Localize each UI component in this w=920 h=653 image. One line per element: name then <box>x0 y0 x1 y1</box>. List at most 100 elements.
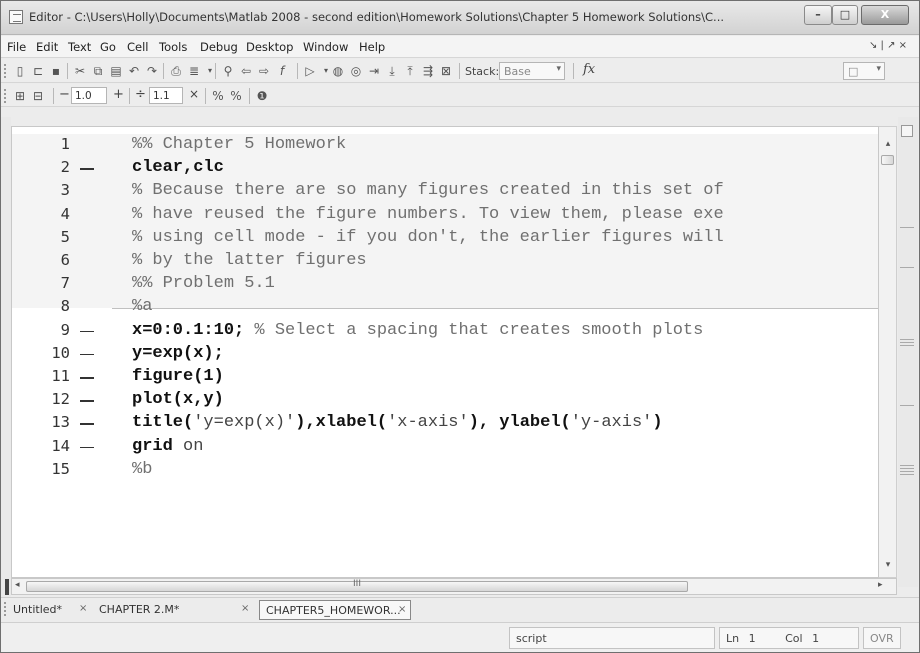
close-tab-icon[interactable]: × <box>79 603 87 614</box>
stack-select[interactable]: Base ▾ <box>499 62 565 80</box>
toolbar-grip[interactable] <box>4 64 7 78</box>
scroll-left-icon[interactable]: ◂ <box>15 580 20 590</box>
menu-desktop[interactable]: Desktop <box>246 40 293 54</box>
menu-window[interactable]: Window <box>303 40 348 54</box>
find-icon[interactable]: ⚲ <box>221 64 235 78</box>
code-line[interactable]: 11 figure(1) <box>12 367 878 390</box>
code-line[interactable]: 12 plot(x,y) <box>12 390 878 413</box>
close-tab-icon[interactable]: × <box>398 604 406 615</box>
menu-go[interactable]: Go <box>100 40 116 54</box>
redo-icon[interactable]: ↷ <box>145 64 159 78</box>
code-line[interactable]: 4 % have reused the figure numbers. To vi… <box>12 205 878 228</box>
line-number: 13 <box>51 413 70 432</box>
close-button[interactable]: X <box>861 5 909 25</box>
exit-debug-icon[interactable]: ⊠ <box>439 64 453 78</box>
menu-file[interactable]: File <box>7 40 26 54</box>
menu-text[interactable]: Text <box>68 40 91 54</box>
code-line[interactable]: 10 y=exp(x); <box>12 344 878 367</box>
insert-cell-divider-icon[interactable]: % <box>211 89 225 103</box>
cut-icon[interactable]: ✂ <box>73 64 87 78</box>
horizontal-scroll-thumb[interactable]: III <box>26 579 688 592</box>
scroll-down-icon[interactable]: ▾ <box>882 560 894 570</box>
dock-undock-icons[interactable]: ↘ | ↗ × <box>869 40 907 51</box>
menu-cell[interactable]: Cell <box>127 40 149 54</box>
menu-debug[interactable]: Debug <box>200 40 238 54</box>
multiply-value-input[interactable]: 1.1 <box>149 87 183 104</box>
copy-icon[interactable]: ⧉ <box>91 64 105 78</box>
breakpoint-dash-icon[interactable] <box>80 400 94 402</box>
code-line[interactable]: 15 %b <box>12 460 878 483</box>
ruler-mark <box>900 474 914 475</box>
code-line[interactable]: 7 %% Problem 5.1 <box>12 274 878 297</box>
open-file-icon[interactable]: ⊏ <box>31 64 45 78</box>
run-icon[interactable]: ▷ <box>303 64 317 78</box>
title-bar[interactable]: Editor - C:\Users\Holly\Documents\Matlab… <box>1 1 919 35</box>
new-file-icon[interactable]: ▯ <box>13 64 27 78</box>
forward-arrow-icon[interactable]: ⇨ <box>257 64 271 78</box>
tab-chapter5-homework[interactable]: CHAPTER5_HOMEWOR... × <box>259 600 411 620</box>
step-out-icon[interactable]: ⤒ <box>403 64 417 78</box>
page-icon[interactable]: ≣ <box>187 64 201 78</box>
close-tab-icon[interactable]: × <box>241 603 249 614</box>
tab-untitled[interactable]: Untitled* × <box>7 600 93 620</box>
vertical-scrollbar[interactable]: ▴ ▾ <box>879 126 897 578</box>
insert-cell-icon[interactable]: ⊞ <box>13 89 27 103</box>
cursor-position-status: Ln 1 Col 1 <box>719 627 859 649</box>
code-line[interactable]: 5 % using cell mode - if you don't, the e… <box>12 227 878 251</box>
minimize-icon: – <box>815 8 821 21</box>
menu-tools[interactable]: Tools <box>159 40 187 54</box>
maximize-button[interactable]: □ <box>832 5 858 25</box>
set-breakpoint-icon[interactable]: ◍ <box>331 64 345 78</box>
step-in-icon[interactable]: ⤓ <box>385 64 399 78</box>
fx-button[interactable]: fx <box>583 62 595 77</box>
code-line[interactable]: 14 grid on <box>12 437 878 460</box>
paste-icon[interactable]: ▤ <box>109 64 123 78</box>
layout-select[interactable]: □ ▾ <box>843 62 885 80</box>
line-value: 1 <box>748 632 756 645</box>
menu-help[interactable]: Help <box>359 40 385 54</box>
horizontal-scrollbar[interactable]: ◂ III ▸ <box>11 578 897 595</box>
undo-icon[interactable]: ↶ <box>127 64 141 78</box>
code-text: % using cell mode - if you don't, the ea… <box>132 227 724 247</box>
print-icon[interactable]: ⎙ <box>169 64 183 78</box>
code-line[interactable]: 6 % by the latter figures <box>12 251 878 274</box>
function-browser-icon[interactable]: f <box>275 64 289 78</box>
decrement-button[interactable]: − <box>59 87 70 102</box>
code-editor[interactable]: 1 %% Chapter 5 Homework 2 clear,clc 3 % Becau… <box>11 126 879 578</box>
save-icon[interactable]: ▪ <box>49 64 63 78</box>
breakpoint-dash-icon[interactable] <box>80 423 94 425</box>
code-line[interactable]: 9 x=0:0.1:10; % Select a spacing that cre… <box>12 321 878 344</box>
editor-window: Editor - C:\Users\Holly\Documents\Matlab… <box>0 0 920 653</box>
code-line[interactable]: 13 title('y=exp(x)'),xlabel('x-axis'), yl… <box>12 413 878 436</box>
divide-button[interactable]: ÷ <box>135 87 146 102</box>
tab-chapter-2[interactable]: CHAPTER 2.M* × <box>93 600 253 620</box>
continue-icon[interactable]: ⇶ <box>421 64 435 78</box>
toolbar-grip[interactable] <box>4 89 7 103</box>
code-line[interactable]: 8 %a <box>12 297 878 320</box>
increment-value-input[interactable]: 1.0 <box>71 87 107 104</box>
minimize-button[interactable]: – <box>804 5 832 25</box>
breakpoint-dash-icon[interactable] <box>80 330 94 333</box>
increment-button[interactable]: + <box>113 87 124 102</box>
eval-cell-icon[interactable]: ⊟ <box>31 89 45 103</box>
breakpoint-dash-icon[interactable] <box>80 446 94 449</box>
remove-cell-divider-icon[interactable]: % <box>229 89 243 103</box>
cell-help-icon[interactable]: ❶ <box>255 89 269 103</box>
clear-breakpoints-icon[interactable]: ◎ <box>349 64 363 78</box>
back-arrow-icon[interactable]: ⇦ <box>239 64 253 78</box>
code-line[interactable]: 2 clear,clc <box>12 158 878 181</box>
breakpoint-dash-icon[interactable] <box>80 377 94 379</box>
scroll-up-icon[interactable]: ▴ <box>882 139 894 149</box>
code-line[interactable]: 3 % Because there are so many figures cre… <box>12 181 878 204</box>
line-number: 11 <box>51 367 70 385</box>
menu-edit[interactable]: Edit <box>36 40 58 54</box>
vertical-scroll-thumb[interactable] <box>881 155 894 165</box>
breakpoint-dash-icon[interactable] <box>80 168 94 170</box>
code-text: % Because there are so many figures crea… <box>132 181 724 201</box>
ruler-square-icon[interactable] <box>901 125 913 137</box>
step-icon[interactable]: ⇥ <box>367 64 381 78</box>
scroll-right-icon[interactable]: ▸ <box>878 580 883 590</box>
breakpoint-dash-icon[interactable] <box>80 353 94 356</box>
code-line[interactable]: 1 %% Chapter 5 Homework <box>12 135 878 158</box>
multiply-button[interactable]: × <box>189 87 199 101</box>
